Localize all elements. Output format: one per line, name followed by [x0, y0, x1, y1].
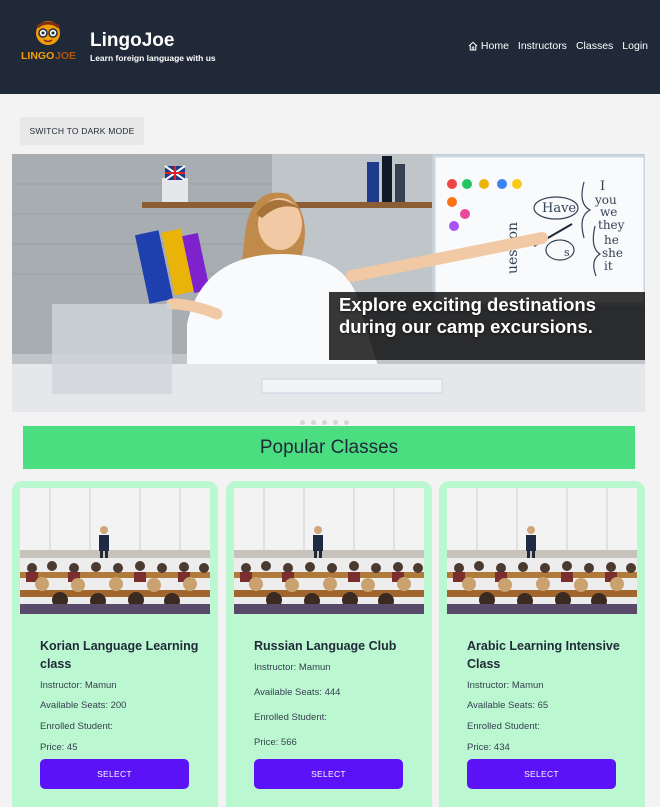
select-class-button[interactable]: SELECT [254, 759, 403, 789]
class-title: Russian Language Club [254, 639, 397, 653]
lingojoe-logo[interactable]: LINGO JOE [20, 18, 76, 64]
svg-text:Have: Have [542, 201, 576, 216]
class-image [447, 488, 637, 614]
class-title: Arabic Learning Intensive Class [467, 639, 620, 671]
nav-login-label: Login [622, 40, 648, 52]
class-instructor: Instructor: Mamun [467, 680, 544, 691]
nav-home[interactable]: Home [468, 40, 509, 52]
site-header: LINGO JOE LingoJoe Learn foreign languag… [0, 0, 660, 94]
svg-text:LINGO: LINGO [21, 50, 54, 62]
class-card: Arabic Learning Intensive Class Instruct… [439, 481, 645, 807]
class-price: Price: 434 [467, 742, 510, 753]
carousel-dot[interactable] [300, 420, 305, 425]
class-enrolled: Enrolled Student: [254, 712, 327, 723]
nav-classes[interactable]: Classes [576, 40, 613, 52]
main-nav: Home Instructors Classes Login [468, 40, 648, 52]
class-instructor: Instructor: Mamun [254, 662, 331, 673]
class-seats: Available Seats: 65 [467, 700, 549, 711]
svg-text:I: I [600, 179, 605, 194]
hero-banner: Have I you we they he she it uestion s E… [12, 154, 645, 412]
svg-text:she: she [602, 246, 623, 260]
select-class-button[interactable]: SELECT [40, 759, 189, 789]
brand-name: LingoJoe [90, 30, 175, 51]
class-seats: Available Seats: 200 [40, 700, 127, 711]
class-price: Price: 45 [40, 742, 78, 753]
class-enrolled: Enrolled Student: [40, 721, 113, 732]
select-class-button[interactable]: SELECT [467, 759, 616, 789]
hero-caption: Explore exciting destinations during our… [339, 294, 596, 338]
svg-text:they: they [598, 218, 625, 232]
class-price: Price: 566 [254, 737, 297, 748]
nav-home-label: Home [480, 40, 509, 52]
nav-instructors-label: Instructors [517, 40, 567, 52]
svg-text:we: we [600, 205, 617, 219]
svg-text:it: it [604, 259, 613, 273]
brand: LingoJoe Learn foreign language with us [90, 30, 216, 63]
carousel-indicators [300, 420, 349, 425]
class-title: Korian Language Learning class [40, 639, 199, 671]
class-enrolled: Enrolled Student: [467, 721, 540, 732]
carousel-dot[interactable] [311, 420, 316, 425]
nav-classes-label: Classes [575, 40, 614, 52]
nav-instructors[interactable]: Instructors [518, 40, 567, 52]
class-card: Korian Language Learning class Instructo… [12, 481, 218, 807]
hero-caption-line-1: Explore exciting destinations [339, 294, 597, 315]
svg-text:JOE: JOE [55, 50, 76, 62]
brand-tagline: Learn foreign language with us [90, 53, 216, 63]
class-image [20, 488, 210, 614]
popular-classes-heading: Popular Classes [23, 426, 635, 469]
class-image [234, 488, 424, 614]
hero-image: Have I you we they he she it uestion s [12, 154, 645, 412]
carousel-dot[interactable] [333, 420, 338, 425]
hero-caption-line-2: during our camp excursions. [339, 316, 593, 337]
class-instructor: Instructor: Mamun [40, 680, 117, 691]
carousel-dot[interactable] [344, 420, 349, 425]
nav-login[interactable]: Login [622, 40, 648, 52]
class-seats: Available Seats: 444 [254, 687, 341, 698]
svg-text:he: he [604, 233, 619, 247]
svg-text:s: s [564, 246, 570, 259]
dark-mode-toggle-button[interactable]: SWITCH TO DARK MODE [20, 117, 144, 145]
carousel-dot[interactable] [322, 420, 327, 425]
class-card: Russian Language Club Instructor: Mamun … [226, 481, 432, 807]
home-icon [468, 41, 478, 51]
